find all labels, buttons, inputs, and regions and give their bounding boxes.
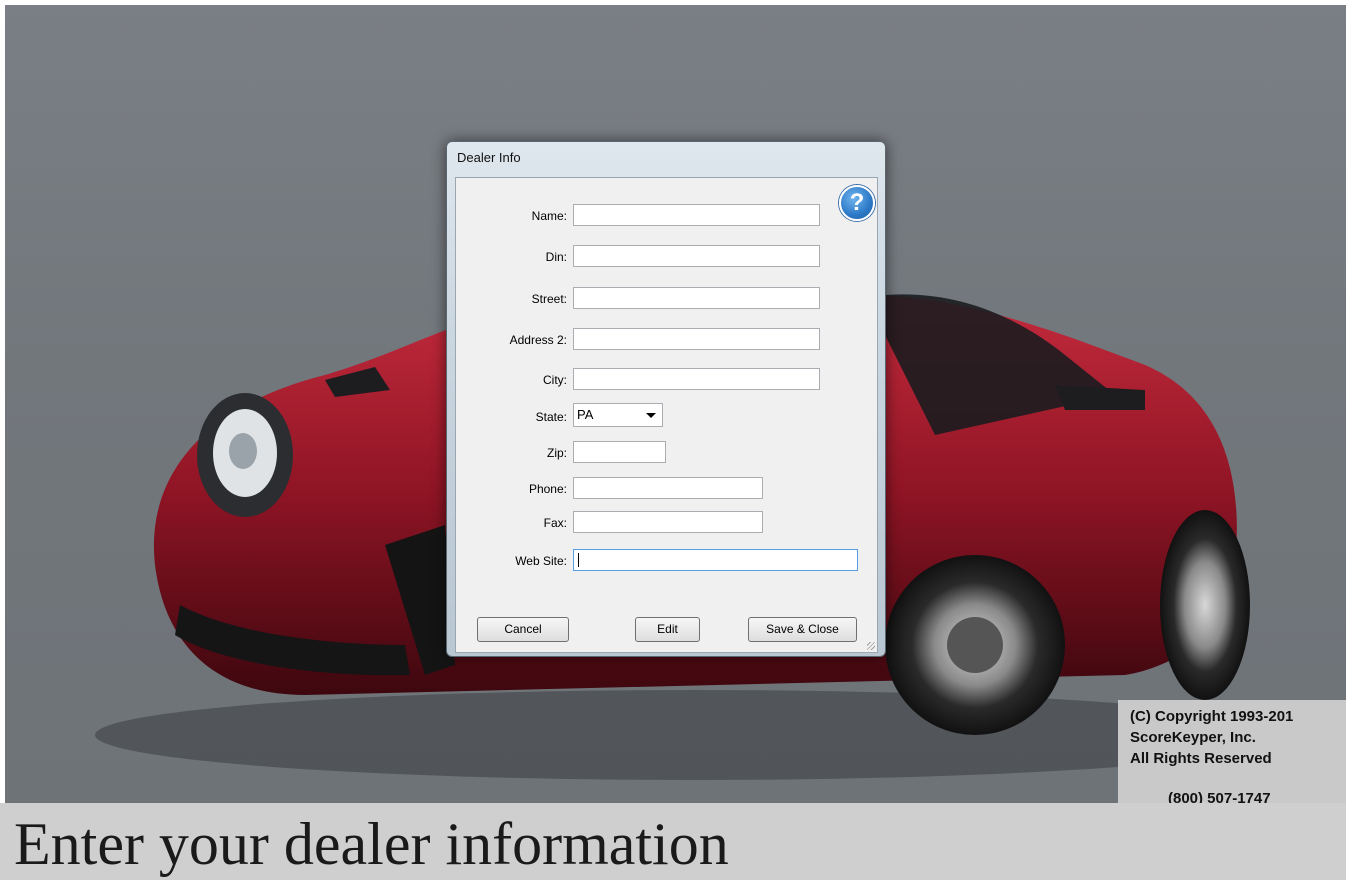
fax-label: Fax: <box>543 516 567 530</box>
phone-label: Phone: <box>528 482 567 496</box>
state-value: PA <box>577 407 594 422</box>
caption-text: Enter your dealer information <box>14 811 729 877</box>
save-close-button[interactable]: Save & Close <box>748 617 857 642</box>
phone-input[interactable] <box>573 477 763 499</box>
copyright-notice: (C) Copyright 1993-201 ScoreKeyper, Inc.… <box>1118 700 1346 803</box>
cancel-button[interactable]: Cancel <box>477 617 569 642</box>
din-input[interactable] <box>573 245 820 267</box>
chevron-down-icon <box>646 413 656 418</box>
state-label: State: <box>535 410 567 424</box>
fax-input[interactable] <box>573 511 763 533</box>
address2-input[interactable] <box>573 328 820 350</box>
resize-grip-icon[interactable] <box>867 642 875 650</box>
help-glyph: ? <box>849 189 865 216</box>
zip-input[interactable] <box>573 441 666 463</box>
copyright-line: (C) Copyright 1993-201 <box>1130 708 1294 725</box>
city-input[interactable] <box>573 368 820 390</box>
dialog-body: ? Name: Din: Street: Address 2: City: St… <box>455 177 878 653</box>
name-input[interactable] <box>573 204 820 226</box>
street-label: Street: <box>531 292 567 306</box>
help-question-icon[interactable]: ? <box>839 185 875 221</box>
din-label: Din: <box>545 250 567 264</box>
name-label: Name: <box>531 209 567 223</box>
text-caret <box>578 553 579 567</box>
dialog-title: Dealer Info <box>457 150 521 165</box>
zip-label: Zip: <box>546 446 567 460</box>
address2-label: Address 2: <box>509 333 567 347</box>
website-label: Web Site: <box>515 554 567 568</box>
company-name: ScoreKeyper, Inc. <box>1130 729 1256 746</box>
state-select[interactable]: PA <box>573 403 663 427</box>
street-input[interactable] <box>573 287 820 309</box>
caption-bar: Enter your dealer information <box>0 803 1346 880</box>
phone-number: (800) 507-1747 <box>1168 790 1271 803</box>
rights-line: All Rights Reserved <box>1130 750 1272 767</box>
city-label: City: <box>543 373 567 387</box>
edit-button[interactable]: Edit <box>635 617 700 642</box>
website-input[interactable] <box>573 549 858 571</box>
dealer-info-dialog: Dealer Info ? Name: Din: Street: Address… <box>446 141 886 657</box>
